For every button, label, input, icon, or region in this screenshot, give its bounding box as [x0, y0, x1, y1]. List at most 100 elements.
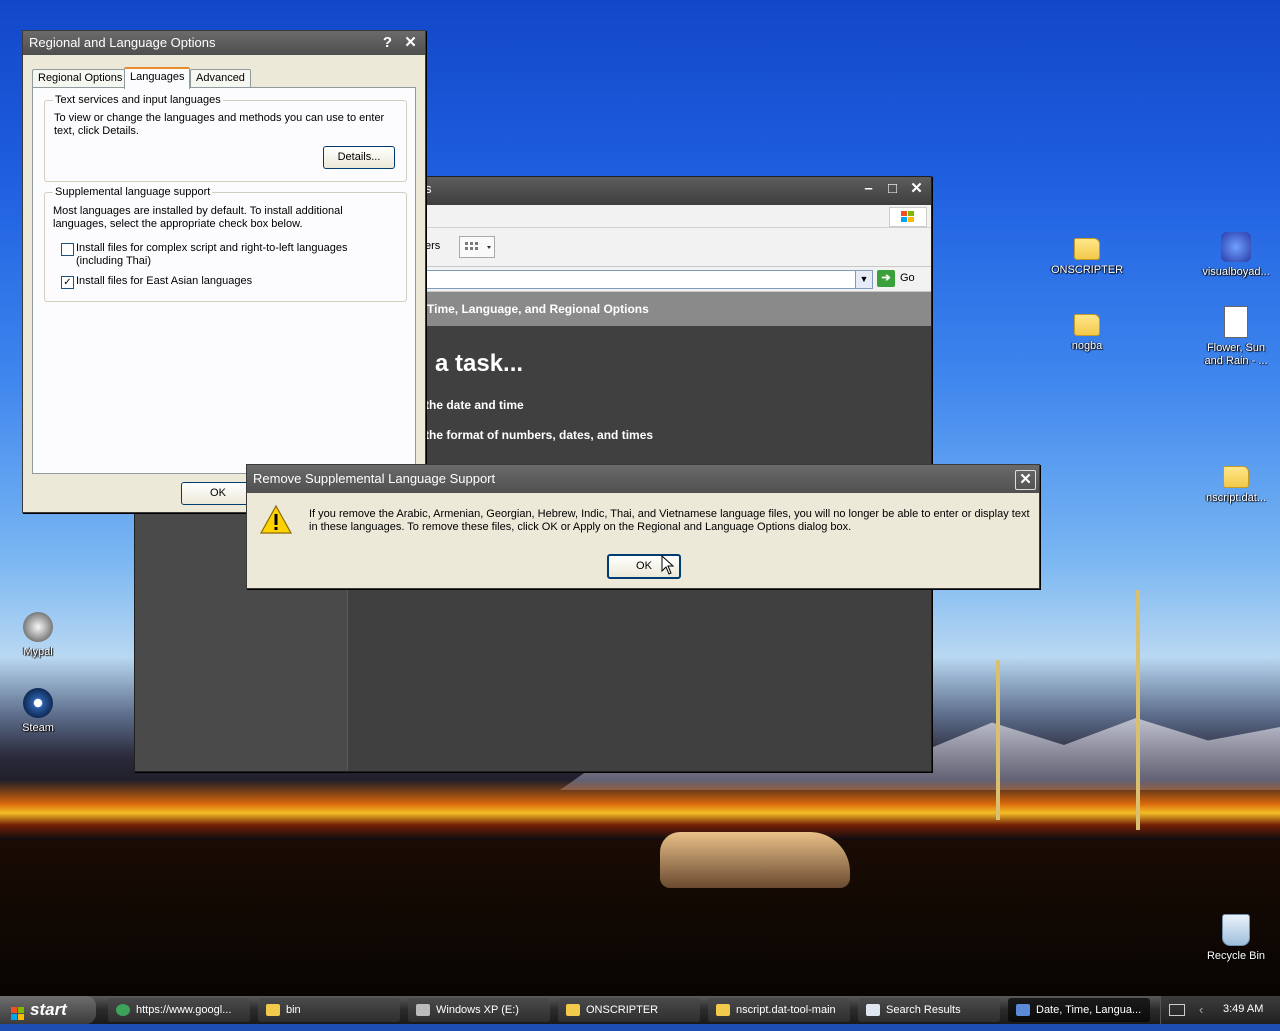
east-asian-checkbox[interactable]: ✓	[61, 276, 74, 289]
help-button[interactable]: ?	[378, 34, 397, 52]
task-label: Windows XP (E:)	[436, 1004, 519, 1016]
wallpaper-light-pole	[1136, 590, 1140, 830]
supplemental-language-group: Supplemental language support Most langu…	[44, 186, 407, 302]
tab-languages[interactable]: Languages	[124, 67, 191, 89]
views-icon[interactable]	[459, 236, 495, 258]
folder-icon	[716, 1004, 730, 1017]
taskbar-button-browser[interactable]: https://www.googl...	[108, 998, 250, 1022]
system-tray: ‹ 3:49 AM	[1160, 996, 1280, 1024]
desktop-icon-flower-sun-and-rain[interactable]: Flower, Sun and Rain - ...	[1198, 306, 1274, 368]
taskbar-button-onscripter[interactable]: ONSCRIPTER	[558, 998, 700, 1022]
taskbar-button-date-time-language[interactable]: Date, Time, Langua...	[1008, 998, 1150, 1022]
keyboard-icon[interactable]	[1169, 1004, 1185, 1016]
supplemental-description: Most languages are installed by default.…	[53, 205, 343, 230]
taskbar: start https://www.googl... bin Windows X…	[0, 996, 1280, 1024]
toolbar-folders-fragment[interactable]: ers	[425, 240, 440, 252]
desktop-icon-steam[interactable]: Steam	[0, 688, 76, 735]
desktop-icon-label: Flower, Sun and Rain - ...	[1204, 342, 1268, 367]
go-button[interactable]: Go	[900, 272, 915, 284]
pick-a-task-heading: a task...	[435, 350, 524, 377]
east-asian-label[interactable]: Install files for East Asian languages	[76, 275, 396, 288]
desktop-icon-label: Recycle Bin	[1206, 950, 1266, 962]
taskbar-button-bin[interactable]: bin	[258, 998, 400, 1022]
desktop-icon-label: Mypal	[23, 646, 53, 658]
chevron-left-icon[interactable]: ‹	[1199, 1002, 1203, 1017]
alert-titlebar: Remove Supplemental Language Support ✕	[247, 465, 1039, 493]
mouse-cursor-icon	[661, 554, 675, 575]
wallpaper-sunset-glow	[0, 780, 1280, 840]
close-button[interactable]: ✕	[1015, 470, 1036, 490]
tab-regional-options[interactable]: Regional Options	[32, 69, 129, 87]
warning-icon	[259, 503, 293, 537]
alert-title: Remove Supplemental Language Support	[253, 471, 496, 486]
tab-advanced[interactable]: Advanced	[190, 69, 251, 87]
taskbar-button-nscript-dat-tool[interactable]: nscript.dat-tool-main	[708, 998, 850, 1022]
alert-body: If you remove the Arabic, Armenian, Geor…	[247, 493, 1039, 588]
task-link-number-format[interactable]: the format of numbers, dates, and times	[425, 428, 653, 442]
remove-supplemental-language-dialog: Remove Supplemental Language Support ✕ I…	[246, 464, 1040, 589]
desktop-icon-label: nogba	[1071, 340, 1103, 352]
wallpaper-light-pole	[996, 660, 1000, 820]
text-services-group: Text services and input languages To vie…	[44, 94, 407, 182]
desktop-icon-recycle-bin[interactable]: Recycle Bin	[1198, 914, 1274, 963]
desktop-icon-nscript-dat[interactable]: nscript.dat...	[1198, 460, 1274, 505]
task-label: Search Results	[886, 1004, 961, 1016]
taskbar-button-windows-xp-drive[interactable]: Windows XP (E:)	[408, 998, 550, 1022]
complex-script-checkbox[interactable]	[61, 243, 74, 256]
task-label: ONSCRIPTER	[586, 1004, 659, 1016]
languages-tab-panel: Text services and input languages To vie…	[32, 87, 416, 474]
recycle-bin-icon	[1222, 914, 1250, 946]
task-label: https://www.googl...	[136, 1004, 232, 1016]
desktop-icon-mypal[interactable]: Mypal	[0, 612, 76, 659]
wallpaper-road	[0, 840, 1280, 996]
ok-button[interactable]: OK	[181, 482, 255, 505]
folder-icon	[1074, 314, 1100, 336]
browser-icon	[116, 1004, 130, 1017]
dialog-title: Regional and Language Options	[29, 35, 216, 50]
desktop-icon-onscripter[interactable]: ONSCRIPTER	[1049, 232, 1125, 277]
windows-logo-icon	[889, 207, 927, 227]
wallpaper-car	[660, 832, 850, 888]
desktop-icon-label: ONSCRIPTER	[1050, 264, 1124, 276]
desktop-icon-label: nscript.dat...	[1206, 492, 1266, 504]
regional-language-options-dialog: Regional and Language Options ? ✕ Region…	[22, 30, 426, 513]
desktop-icon-nogba[interactable]: nogba	[1049, 308, 1125, 353]
drive-icon	[416, 1004, 430, 1017]
task-label: Date, Time, Langua...	[1036, 1004, 1142, 1016]
folder-icon	[1074, 238, 1100, 260]
group-legend: Supplemental language support	[53, 186, 213, 198]
start-label: start	[30, 1000, 67, 1019]
steam-icon	[23, 688, 53, 718]
go-arrow-icon[interactable]: ➔	[877, 270, 895, 287]
group-legend: Text services and input languages	[53, 94, 223, 106]
folder-icon	[1223, 466, 1249, 488]
category-title: Time, Language, and Regional Options	[427, 302, 649, 316]
dialog-titlebar: Regional and Language Options ? ✕	[23, 31, 425, 55]
details-button[interactable]: Details...	[323, 146, 395, 169]
desktop-icon-label: Steam	[22, 722, 54, 734]
visualboyadvance-icon	[1221, 232, 1251, 262]
search-results-icon	[866, 1004, 880, 1017]
task-label: bin	[286, 1004, 301, 1016]
clock[interactable]: 3:49 AM	[1223, 1003, 1263, 1015]
maximize-button[interactable]: □	[883, 180, 902, 198]
windows-flag-icon	[10, 1003, 26, 1020]
document-icon	[1224, 306, 1248, 338]
close-button[interactable]: ✕	[401, 34, 420, 52]
task-link-date-time[interactable]: the date and time	[425, 398, 524, 412]
chevron-down-icon[interactable]: ▼	[855, 271, 872, 288]
task-label: nscript.dat-tool-main	[736, 1004, 836, 1016]
mypal-icon	[23, 612, 53, 642]
text-services-description: To view or change the languages and meth…	[54, 112, 385, 137]
taskbar-button-search-results[interactable]: Search Results	[858, 998, 1000, 1022]
alert-message: If you remove the Arabic, Armenian, Geor…	[309, 508, 1030, 533]
desktop-icon-visualboyadvance[interactable]: visualboyad...	[1198, 232, 1274, 279]
complex-script-label[interactable]: Install files for complex script and rig…	[76, 242, 396, 268]
folder-icon	[266, 1004, 280, 1017]
start-button[interactable]: start	[0, 996, 96, 1024]
folder-icon	[566, 1004, 580, 1017]
minimize-button[interactable]: –	[859, 180, 878, 198]
desktop-icon-label: visualboyad...	[1202, 266, 1270, 278]
control-panel-icon	[1016, 1004, 1030, 1017]
close-button[interactable]: ✕	[907, 180, 926, 198]
